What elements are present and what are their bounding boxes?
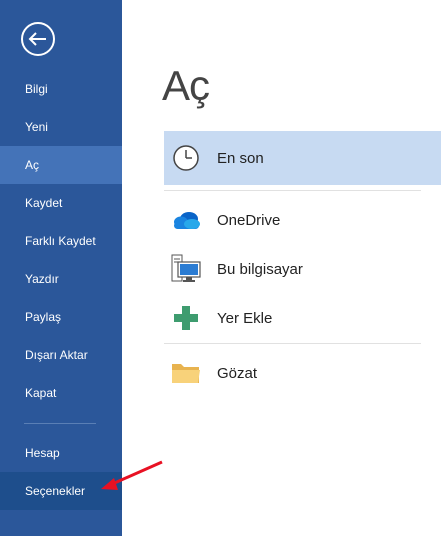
location-label: Yer Ekle	[217, 309, 273, 327]
nav-item-label: Yeni	[25, 120, 48, 134]
nav-item-print[interactable]: Yazdır	[0, 260, 122, 298]
location-this-pc[interactable]: Bu bilgisayar	[164, 242, 441, 296]
nav-item-label: Kapat	[25, 386, 57, 400]
nav-item-open[interactable]: Aç	[0, 146, 122, 184]
location-recent[interactable]: En son	[164, 131, 441, 185]
nav-item-label: Seçenekler	[25, 484, 86, 498]
nav-item-info[interactable]: Bilgi	[0, 70, 122, 108]
onedrive-cloud-icon	[170, 204, 202, 236]
back-arrow-icon	[21, 22, 55, 56]
folder-icon	[170, 357, 202, 389]
nav-item-label: Kaydet	[25, 196, 63, 210]
location-add-place[interactable]: Yer Ekle	[164, 291, 441, 345]
location-separator	[164, 343, 421, 344]
nav-item-label: Hesap	[25, 446, 60, 460]
nav-item-label: Aç	[25, 158, 40, 172]
nav-item-label: Dışarı Aktar	[25, 348, 88, 362]
nav-item-options[interactable]: Seçenekler	[0, 472, 122, 510]
backstage-sidebar: Bilgi Yeni Aç Kaydet Farklı Kaydet Yazdı…	[0, 0, 122, 536]
location-label: OneDrive	[217, 211, 281, 229]
nav-item-account[interactable]: Hesap	[0, 434, 122, 472]
nav-item-share[interactable]: Paylaş	[0, 298, 122, 336]
clock-icon	[170, 142, 202, 174]
sidebar-divider	[24, 423, 96, 424]
nav-item-save[interactable]: Kaydet	[0, 184, 122, 222]
page-title: Aç	[162, 62, 210, 109]
nav-item-save-as[interactable]: Farklı Kaydet	[0, 222, 122, 260]
nav-item-new[interactable]: Yeni	[0, 108, 122, 146]
location-separator	[164, 190, 421, 191]
computer-icon	[170, 253, 202, 285]
nav-item-label: Bilgi	[25, 82, 48, 96]
nav-item-label: Yazdır	[25, 272, 59, 286]
back-button[interactable]	[20, 21, 56, 57]
nav-item-export[interactable]: Dışarı Aktar	[0, 336, 122, 374]
plus-icon	[170, 302, 202, 334]
nav-item-label: Paylaş	[25, 310, 62, 324]
nav-item-close[interactable]: Kapat	[0, 374, 122, 412]
nav-item-label: Farklı Kaydet	[25, 234, 96, 248]
location-browse[interactable]: Gözat	[164, 346, 441, 400]
location-label: Bu bilgisayar	[217, 260, 303, 278]
location-onedrive[interactable]: OneDrive	[164, 193, 441, 247]
location-label: Gözat	[217, 364, 258, 382]
location-label: En son	[217, 149, 264, 167]
open-panel: Aç En son OneDrive Bu bilgisayar Yer Ekl…	[122, 0, 444, 536]
